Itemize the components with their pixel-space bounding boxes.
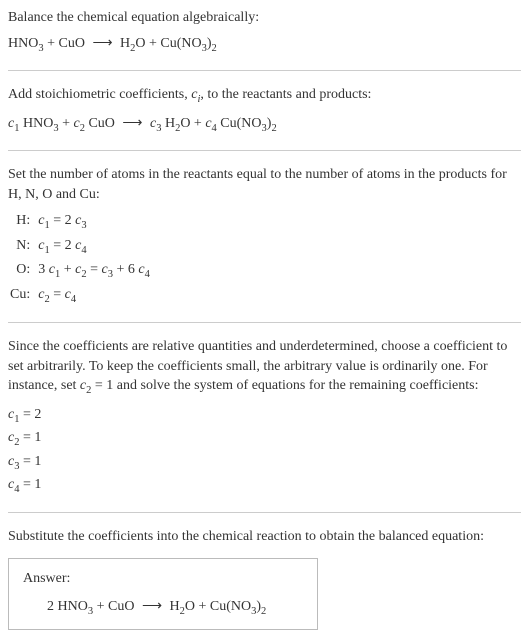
atom-equation: c1 = 2 c3 [36, 210, 156, 234]
step-atom-equations: Set the number of atoms in the reactants… [8, 165, 521, 308]
atom-equation: c1 = 2 c4 [36, 235, 156, 259]
coefficient-value: c2 = 1 [8, 428, 521, 450]
divider [8, 150, 521, 151]
step-substitute: Substitute the coefficients into the che… [8, 527, 521, 631]
step-solve: Since the coefficients are relative quan… [8, 337, 521, 498]
coeff-prompt: Add stoichiometric coefficients, ci, to … [8, 85, 521, 107]
element-label: O: [8, 259, 36, 283]
coefficient-solutions: c1 = 2c2 = 1c3 = 1c4 = 1 [8, 405, 521, 498]
atom-row: N:c1 = 2 c4 [8, 235, 156, 259]
element-label: N: [8, 235, 36, 259]
divider [8, 70, 521, 71]
step-balance: Balance the chemical equation algebraica… [8, 8, 521, 56]
unbalanced-reaction: HNO3 + CuO ⟶ H2O + Cu(NO3)2 [8, 34, 521, 56]
balance-prompt: Balance the chemical equation algebraica… [8, 8, 521, 28]
element-label: Cu: [8, 284, 36, 308]
solve-prompt: Since the coefficients are relative quan… [8, 337, 521, 399]
atom-row: H:c1 = 2 c3 [8, 210, 156, 234]
coefficient-value: c1 = 2 [8, 405, 521, 427]
answer-label: Answer: [23, 569, 303, 589]
atom-row: O:3 c1 + c2 = c3 + 6 c4 [8, 259, 156, 283]
atom-balance-table: H:c1 = 2 c3N:c1 = 2 c4O:3 c1 + c2 = c3 +… [8, 210, 156, 308]
answer-box: Answer: 2 HNO3 + CuO ⟶ H2O + Cu(NO3)2 [8, 558, 318, 630]
atom-row: Cu:c2 = c4 [8, 284, 156, 308]
atom-equation: c2 = c4 [36, 284, 156, 308]
atom-balance-body: H:c1 = 2 c3N:c1 = 2 c4O:3 c1 + c2 = c3 +… [8, 210, 156, 308]
element-label: H: [8, 210, 36, 234]
coefficient-value: c4 = 1 [8, 475, 521, 497]
coeff-reaction: c1 HNO3 + c2 CuO ⟶ c3 H2O + c4 Cu(NO3)2 [8, 114, 521, 136]
atom-prompt: Set the number of atoms in the reactants… [8, 165, 521, 204]
step-coefficients: Add stoichiometric coefficients, ci, to … [8, 85, 521, 136]
coefficient-value: c3 = 1 [8, 452, 521, 474]
atom-equation: 3 c1 + c2 = c3 + 6 c4 [36, 259, 156, 283]
balanced-equation: 2 HNO3 + CuO ⟶ H2O + Cu(NO3)2 [23, 597, 303, 619]
substitute-prompt: Substitute the coefficients into the che… [8, 527, 521, 547]
divider [8, 512, 521, 513]
divider [8, 322, 521, 323]
